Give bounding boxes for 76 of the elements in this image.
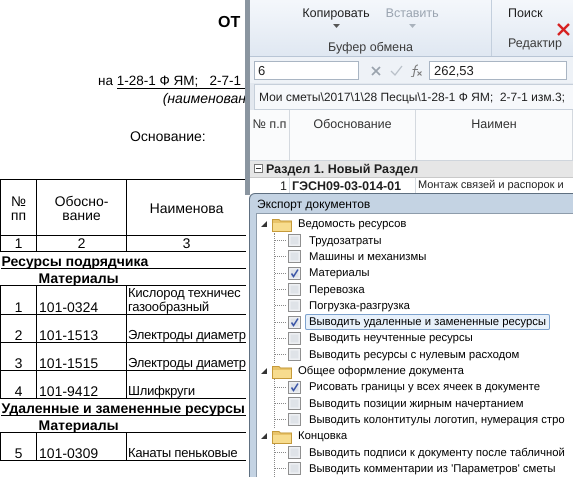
collapse-icon[interactable] <box>261 221 267 228</box>
tree-item[interactable]: Перевозка <box>305 282 369 298</box>
group-heading: Материалы <box>36 416 246 432</box>
file-path: Мои сметы\2017\1\28 Песцы\1-28-1 Ф ЯМ; 2-7-1 изм.3; <box>259 90 565 104</box>
column-number: 3 <box>126 236 246 252</box>
tree-item[interactable]: Материалы <box>305 265 374 282</box>
tree-item[interactable]: Выводить удаленные и замененные ресурсы <box>305 314 550 330</box>
name-box[interactable]: 6 <box>254 60 359 80</box>
column-header[interactable]: Обоснование <box>290 110 416 160</box>
column-header: № пп <box>0 180 36 236</box>
tree-item[interactable]: Выводить колонтитулы логотип, нумерация стро <box>305 412 569 428</box>
delete-icon[interactable] <box>556 23 570 36</box>
table-cell: 4 <box>0 370 36 398</box>
dialog-title: Экспорт документов <box>257 196 370 211</box>
table-cell: 3 <box>0 342 36 370</box>
tree-item[interactable]: Рисовать границы у всех ячеек в документе <box>305 379 544 396</box>
tree-item[interactable]: Выводить ресурсы с нулевым расходом <box>305 346 524 363</box>
subject-caption: (наименован <box>162 90 246 106</box>
ribbon-button[interactable]: Поиск <box>508 4 543 22</box>
tree-item[interactable]: Выводить комментарии из 'Параметров' сметы <box>305 460 560 477</box>
table-cell: 2 <box>0 314 36 342</box>
column-number: 1 <box>0 236 36 252</box>
collapse-icon[interactable] <box>261 433 267 440</box>
document-title: ОТ <box>218 14 240 31</box>
group-heading: Материалы <box>36 268 246 286</box>
column-header[interactable]: Наимен <box>416 110 573 160</box>
subject-prefix: на <box>98 73 114 88</box>
tree-item[interactable]: Выводить неучтенные ресурсы <box>305 330 477 346</box>
tree-item[interactable]: Выводить позиции жирным начертанием <box>305 396 528 412</box>
basis-label: Основание: <box>130 128 206 144</box>
table-cell: Кислород техничес газообразный <box>126 286 246 314</box>
ribbon-button[interactable]: Копировать <box>302 4 370 40</box>
tree-item[interactable]: Машины и механизмы <box>305 248 430 265</box>
table-cell: 101-9412 <box>36 370 126 398</box>
section-heading: Ресурсы подрядчика <box>0 252 246 268</box>
table-cell: 5 <box>0 432 36 460</box>
folder-icon <box>272 428 292 444</box>
function-icon[interactable] <box>409 63 423 78</box>
tree-folder[interactable]: Общее оформление документа <box>298 365 464 378</box>
check-icon[interactable] <box>389 63 403 78</box>
checkbox[interactable] <box>288 299 301 312</box>
formula-field[interactable]: 262,53 <box>429 60 567 80</box>
folder-icon <box>272 364 292 379</box>
checkbox[interactable] <box>288 332 301 345</box>
table-cell: 101-0309 <box>36 432 126 460</box>
checkbox[interactable] <box>288 462 301 476</box>
column-header[interactable]: № п.п <box>250 110 290 160</box>
collapse-icon[interactable] <box>261 368 267 374</box>
section-heading: Удаленные и замененные ресурсы <box>0 398 246 416</box>
checkbox[interactable] <box>288 266 301 280</box>
tree-folder[interactable]: Ведомость ресурсов <box>298 218 406 230</box>
group-label: Редактир <box>508 36 562 50</box>
column-header: Обосно-вание <box>36 180 126 236</box>
tree-folder[interactable]: Концовка <box>298 430 348 442</box>
table-cell: 101-0324 <box>36 286 126 314</box>
section-title: Раздел 1. Новый Раздел <box>266 162 418 176</box>
checkbox[interactable] <box>288 234 301 248</box>
table-cell-text: Монтаж связей и распорок и <box>417 178 565 193</box>
checkbox[interactable] <box>288 413 301 426</box>
collapse-icon[interactable] <box>254 164 263 174</box>
column-number: 2 <box>36 236 126 252</box>
checkbox[interactable] <box>288 283 301 296</box>
group-label: Буфер обмена <box>328 40 413 54</box>
checkbox[interactable] <box>288 446 301 460</box>
checkbox[interactable] <box>288 250 301 264</box>
table-cell: 101-1513 <box>36 314 126 342</box>
checkbox[interactable] <box>288 397 301 410</box>
tree-item[interactable]: Погрузка-разгрузка <box>305 298 414 314</box>
tree-item[interactable]: Выводить подписи к документу после табличной <box>305 444 569 461</box>
checkbox[interactable] <box>288 316 301 329</box>
table-cell: 1 <box>0 286 36 314</box>
checkbox[interactable] <box>288 380 301 394</box>
table-cell: 101-1515 <box>36 342 126 370</box>
folder-icon <box>272 216 292 232</box>
checkbox[interactable] <box>288 348 301 362</box>
tree-item[interactable]: Трудозатраты <box>305 232 386 249</box>
